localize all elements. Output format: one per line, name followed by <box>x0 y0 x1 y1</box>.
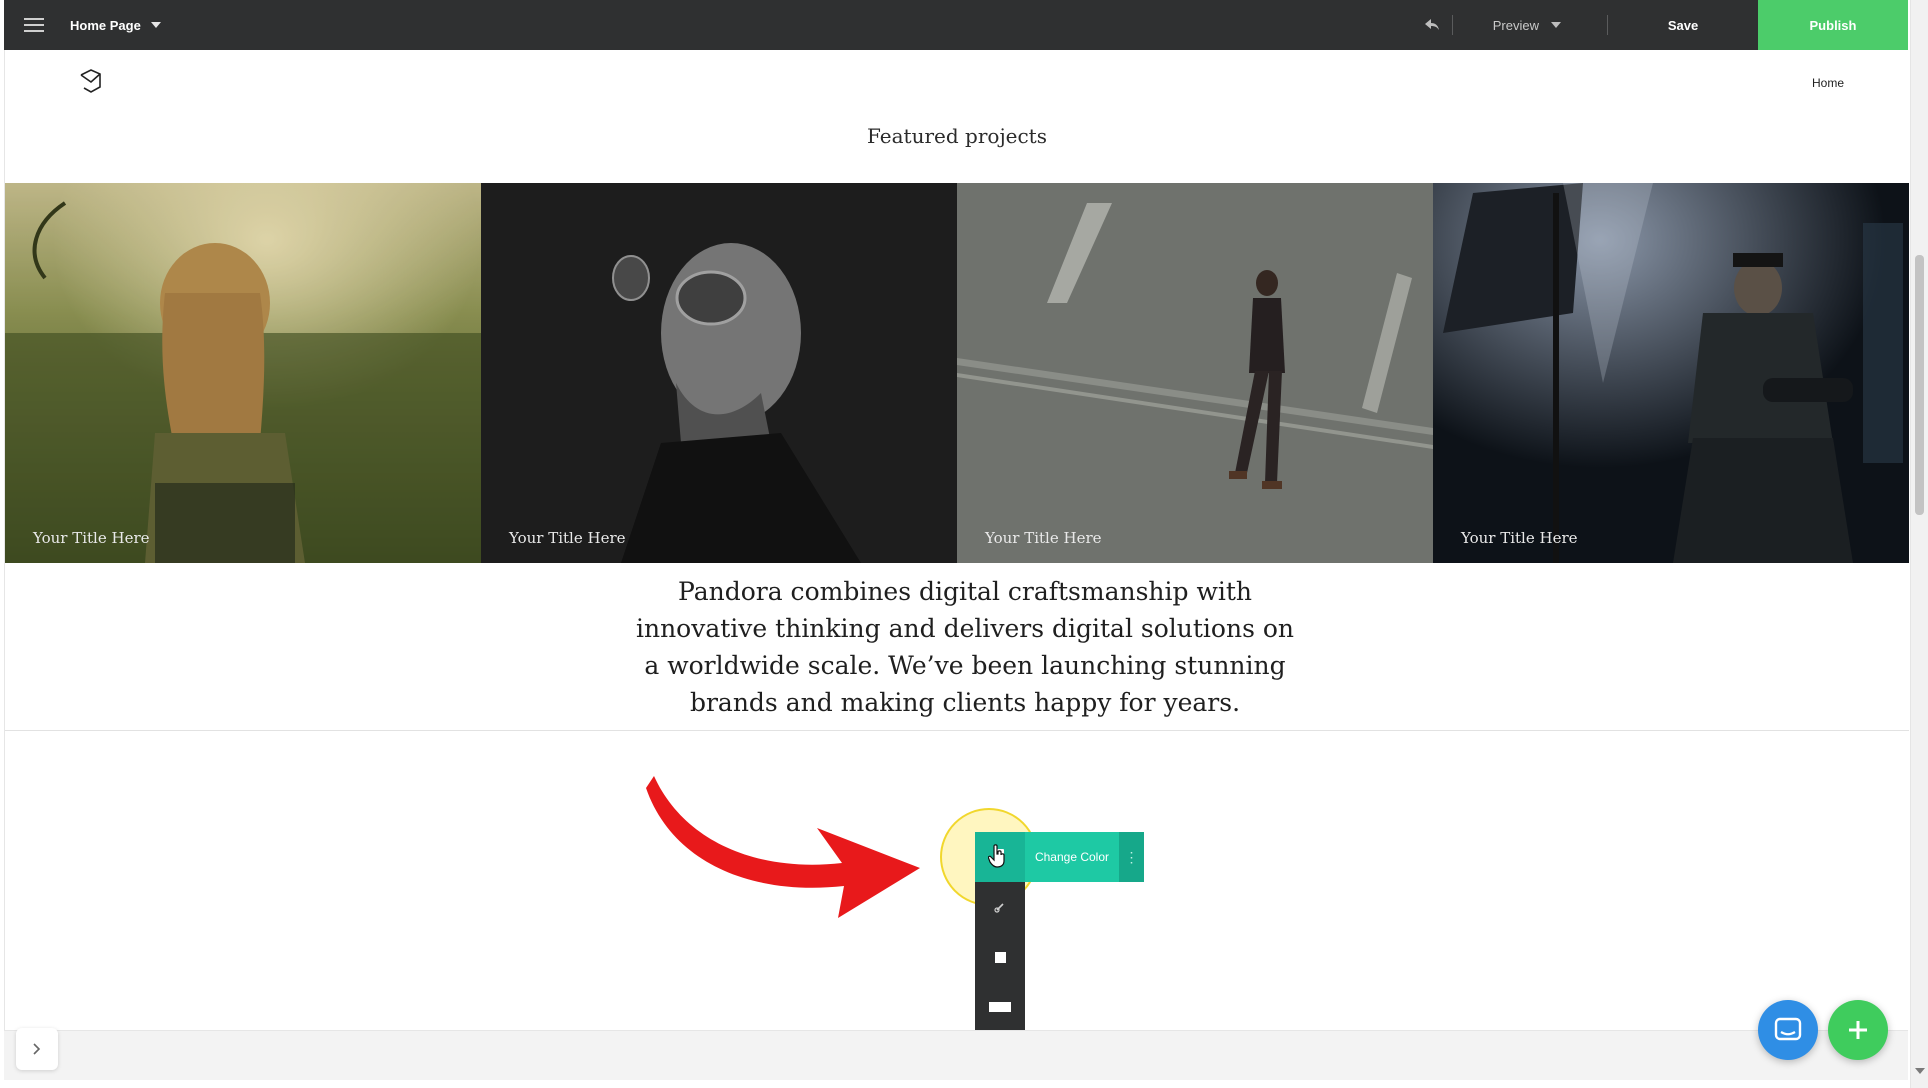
rectangle-icon <box>989 1002 1011 1012</box>
square-icon <box>994 951 1006 963</box>
add-element-button[interactable] <box>1828 1000 1888 1060</box>
chat-icon <box>1774 1017 1802 1041</box>
chevron-down-icon <box>150 22 161 28</box>
chat-button[interactable] <box>1758 1000 1818 1060</box>
project-card[interactable]: Your Title Here <box>5 183 481 563</box>
bottom-bar <box>4 1030 1908 1080</box>
project-title: Your Title Here <box>33 529 150 547</box>
save-button[interactable]: Save <box>1608 18 1758 33</box>
project-card[interactable]: Your Title Here <box>481 183 957 563</box>
hand-cursor-icon <box>988 844 1005 868</box>
hamburger-menu-icon[interactable] <box>12 0 56 50</box>
featured-projects-heading: Featured projects <box>867 124 1047 148</box>
link-icon <box>994 903 1004 913</box>
project-image <box>957 183 1433 563</box>
page-selector[interactable]: Home Page <box>70 18 161 33</box>
editor-toolbar: Home Page Preview Save Publish <box>4 0 1908 50</box>
wide-option[interactable] <box>975 982 1025 1032</box>
project-image <box>481 183 957 563</box>
publish-button[interactable]: Publish <box>1758 0 1908 50</box>
page-selector-label: Home Page <box>70 17 141 33</box>
site-logo-icon[interactable] <box>78 68 104 94</box>
project-card[interactable]: Your Title Here <box>957 183 1433 563</box>
section-divider <box>5 730 1909 731</box>
red-arrow-annotation <box>646 776 920 918</box>
projects-gallery: Your Title Here Your Title Here Your Tit… <box>5 183 1909 563</box>
nav-link-home[interactable]: Home <box>1812 76 1844 90</box>
undo-icon <box>1424 19 1439 30</box>
scroll-down-arrow-icon[interactable] <box>1915 1068 1925 1074</box>
project-card[interactable]: Your Title Here <box>1433 183 1909 563</box>
project-image <box>1433 183 1909 563</box>
link-option[interactable] <box>975 882 1025 932</box>
project-title: Your Title Here <box>985 529 1102 547</box>
chevron-right-icon <box>33 1043 41 1055</box>
change-color-button[interactable]: Change Color <box>1025 832 1119 882</box>
chevron-down-icon <box>1551 22 1561 28</box>
page-scrollbar[interactable] <box>1910 0 1928 1088</box>
scrollbar-thumb[interactable] <box>1915 255 1924 515</box>
square-option[interactable] <box>975 932 1025 982</box>
project-title: Your Title Here <box>509 529 626 547</box>
more-options-icon[interactable]: ⋮ <box>1119 832 1144 882</box>
preview-button[interactable]: Preview <box>1453 18 1607 33</box>
page-canvas: Home Featured projects Your Title Here Y… <box>4 50 1909 1080</box>
preview-label: Preview <box>1492 17 1539 33</box>
plus-icon <box>1849 1021 1867 1039</box>
project-title: Your Title Here <box>1461 529 1578 547</box>
undo-button[interactable] <box>1412 0 1452 50</box>
project-image <box>5 183 481 563</box>
element-tool-dropdown <box>975 882 1025 1032</box>
expand-panel-button[interactable] <box>16 1028 58 1070</box>
about-paragraph[interactable]: Pandora combines digital craftsmanship w… <box>625 573 1305 721</box>
